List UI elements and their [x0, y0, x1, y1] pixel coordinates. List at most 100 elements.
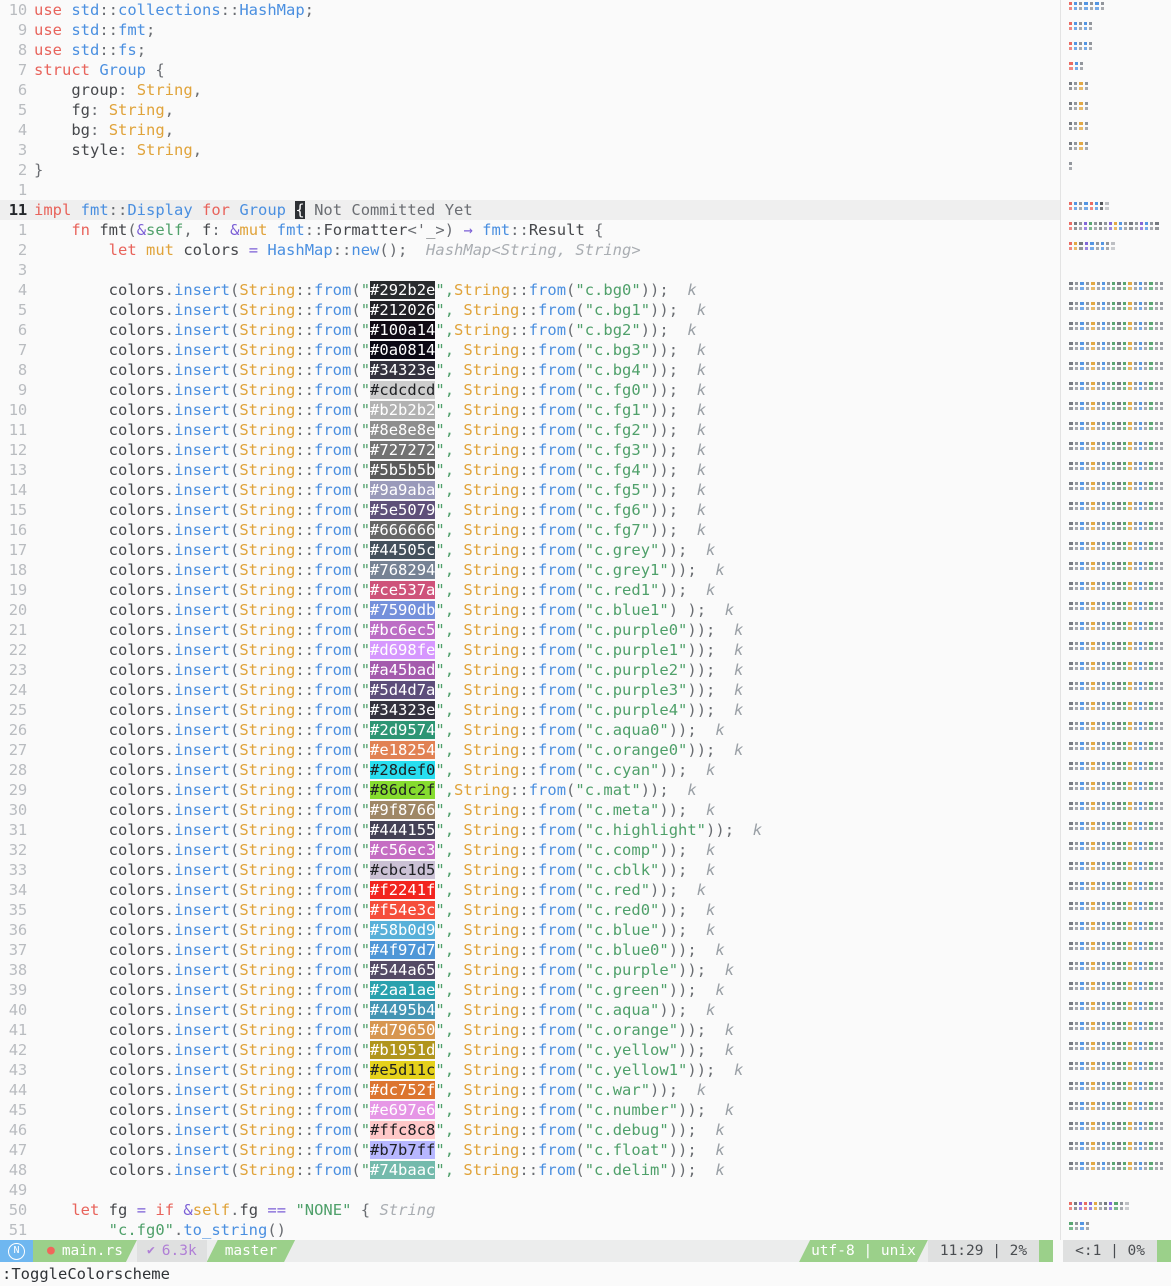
neovim-window: 10use std::collections::HashMap;9use std… — [0, 0, 1171, 1286]
status-branch[interactable]: master — [207, 1240, 295, 1262]
minimap-token — [1091, 942, 1095, 950]
minimap-row — [1061, 840, 1171, 860]
minimap-token — [1090, 2, 1093, 10]
minimap-token — [1097, 882, 1100, 890]
status-filesize[interactable]: ✔ 6.3k — [137, 1240, 207, 1262]
code-line: 16 colors.insert(String::from("#666666",… — [0, 520, 1060, 540]
minimap-token — [1117, 762, 1121, 770]
minimap-tokens — [1069, 222, 1159, 230]
minimap-token — [1112, 822, 1115, 830]
minimap-token — [1123, 742, 1126, 750]
minimap-token — [1097, 282, 1100, 290]
minimap-row — [1061, 800, 1171, 820]
minimap-token — [1080, 502, 1084, 510]
minimap-token — [1069, 442, 1073, 450]
minimap-row — [1061, 1100, 1171, 1120]
minimap-token — [1134, 662, 1137, 670]
minimap-token — [1149, 822, 1153, 830]
status-filename[interactable]: ● main.rs — [33, 1240, 137, 1262]
minimap-token — [1089, 22, 1092, 30]
status-scroll[interactable]: <:1 | 0% — [1063, 1240, 1157, 1262]
command-line[interactable]: :ToggleColorscheme — [0, 1262, 1171, 1286]
line-number: 19 — [0, 580, 34, 600]
minimap-tokens — [1069, 842, 1163, 850]
status-encoding[interactable]: utf-8 | unix — [799, 1240, 928, 1262]
line-content: colors.insert(String::from("#58b0d9", St… — [34, 920, 1060, 940]
minimap-token — [1112, 942, 1115, 950]
color-swatch: #4495b4 — [370, 1001, 435, 1019]
minimap-token — [1075, 542, 1078, 550]
minimap-token — [1097, 1102, 1100, 1110]
color-swatch: #5e5079 — [370, 501, 435, 519]
code-line: 49 — [0, 1180, 1060, 1200]
minimap-token — [1112, 682, 1115, 690]
minimap-token — [1128, 862, 1132, 870]
minimap-token — [1117, 622, 1121, 630]
minimap-token — [1102, 522, 1105, 530]
minimap-token — [1080, 522, 1084, 530]
status-mode[interactable]: N — [0, 1240, 33, 1262]
minimap-token — [1155, 322, 1158, 330]
minimap-token — [1160, 362, 1163, 370]
minimap-token — [1112, 362, 1115, 370]
code-line: 38 colors.insert(String::from("#544a65",… — [0, 960, 1060, 980]
minimap-token — [1149, 482, 1153, 490]
code-line: 19 colors.insert(String::from("#ce537a",… — [0, 580, 1060, 600]
code-line: 34 colors.insert(String::from("#f2241f",… — [0, 880, 1060, 900]
minimap-token — [1144, 1162, 1147, 1170]
minimap-token — [1134, 482, 1137, 490]
minimap-token — [1128, 822, 1132, 830]
minimap-token — [1139, 542, 1142, 550]
minimap-token — [1086, 442, 1089, 450]
minimap-token — [1160, 962, 1163, 970]
minimap-token — [1155, 962, 1158, 970]
minimap-token — [1149, 962, 1153, 970]
minimap-token — [1075, 522, 1078, 530]
minimap-row — [1061, 540, 1171, 560]
minimap-token — [1155, 1082, 1158, 1090]
minimap-token — [1080, 1042, 1084, 1050]
minimap-token — [1069, 1102, 1073, 1110]
minimap-token — [1075, 642, 1078, 650]
minimap-token — [1097, 422, 1100, 430]
minimap-token — [1160, 942, 1163, 950]
minimap-row — [1061, 1000, 1171, 1020]
minimap-token — [1155, 1002, 1158, 1010]
minimap[interactable] — [1060, 0, 1171, 1240]
minimap-token — [1105, 202, 1109, 210]
minimap-token — [1149, 622, 1153, 630]
minimap-token — [1090, 242, 1094, 250]
minimap-token — [1075, 1122, 1078, 1130]
minimap-token — [1134, 782, 1137, 790]
minimap-token — [1107, 442, 1110, 450]
minimap-row — [1061, 720, 1171, 740]
minimap-token — [1102, 922, 1105, 930]
minimap-token — [1117, 362, 1121, 370]
minimap-tokens — [1069, 282, 1163, 290]
minimap-token — [1117, 1042, 1121, 1050]
minimap-token — [1128, 1022, 1132, 1030]
minimap-token — [1112, 322, 1115, 330]
status-position[interactable]: 11:29 | 2% — [928, 1240, 1039, 1262]
minimap-token — [1144, 562, 1147, 570]
minimap-token — [1069, 522, 1073, 530]
minimap-token — [1149, 382, 1153, 390]
minimap-token — [1102, 1122, 1105, 1130]
minimap-token — [1128, 722, 1132, 730]
line-content: colors.insert(String::from("#8e8e8e", St… — [34, 420, 1060, 440]
minimap-token — [1155, 402, 1158, 410]
minimap-token — [1160, 1102, 1163, 1110]
minimap-token — [1117, 982, 1121, 990]
minimap-token — [1114, 222, 1117, 230]
minimap-token — [1134, 1002, 1137, 1010]
color-swatch: #7590db — [370, 601, 435, 619]
minimap-row — [1061, 320, 1171, 340]
minimap-tokens — [1069, 402, 1163, 410]
minimap-row — [1061, 1120, 1171, 1140]
minimap-token — [1091, 862, 1095, 870]
code-line: 10use std::collections::HashMap; — [0, 0, 1060, 20]
minimap-token — [1075, 422, 1078, 430]
minimap-token — [1075, 922, 1078, 930]
code-editor[interactable]: 10use std::collections::HashMap;9use std… — [0, 0, 1060, 1240]
minimap-token — [1107, 282, 1110, 290]
